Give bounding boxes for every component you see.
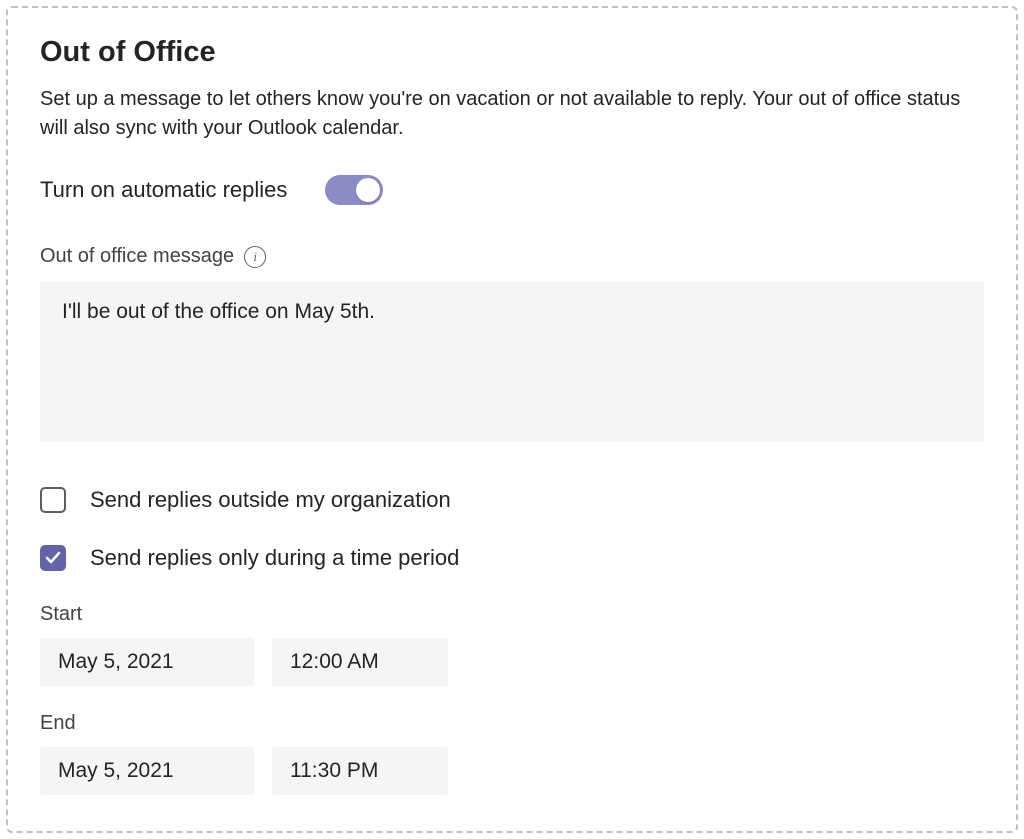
checkmark-icon (45, 550, 61, 566)
out-of-office-message-input[interactable] (40, 282, 984, 442)
outside-org-checkbox[interactable] (40, 487, 66, 513)
end-row: May 5, 2021 11:30 PM (40, 747, 984, 795)
info-icon[interactable]: i (244, 246, 266, 268)
time-period-row: Send replies only during a time period (40, 545, 984, 571)
time-period-checkbox[interactable] (40, 545, 66, 571)
start-row: May 5, 2021 12:00 AM (40, 638, 984, 686)
end-label: End (40, 712, 984, 735)
end-time-field[interactable]: 11:30 PM (272, 747, 448, 795)
out-of-office-panel: Out of Office Set up a message to let ot… (6, 6, 1018, 833)
start-label: Start (40, 603, 984, 626)
time-period-label: Send replies only during a time period (90, 545, 459, 571)
end-date-field[interactable]: May 5, 2021 (40, 747, 254, 795)
message-label-row: Out of office message i (40, 245, 984, 268)
automatic-replies-toggle[interactable] (325, 175, 383, 205)
description-text: Set up a message to let others know you'… (40, 85, 984, 143)
start-date-field[interactable]: May 5, 2021 (40, 638, 254, 686)
automatic-replies-label: Turn on automatic replies (40, 177, 287, 203)
page-title: Out of Office (40, 36, 984, 69)
outside-org-label: Send replies outside my organization (90, 487, 451, 513)
message-label: Out of office message (40, 245, 234, 268)
automatic-replies-row: Turn on automatic replies (40, 175, 984, 205)
start-group: Start May 5, 2021 12:00 AM (40, 603, 984, 686)
toggle-knob (356, 178, 380, 202)
start-time-field[interactable]: 12:00 AM (272, 638, 448, 686)
outside-org-row: Send replies outside my organization (40, 487, 984, 513)
end-group: End May 5, 2021 11:30 PM (40, 712, 984, 795)
